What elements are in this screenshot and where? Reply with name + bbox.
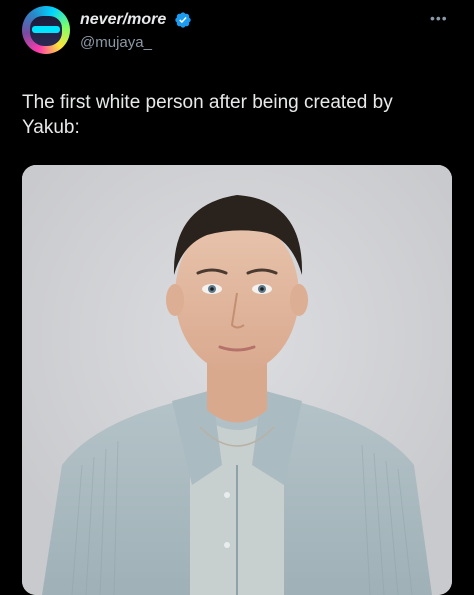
portrait-illustration <box>22 165 452 595</box>
avatar-visor <box>32 26 60 33</box>
author-handle[interactable]: @mujaya_ <box>80 34 152 51</box>
tweet-photo[interactable] <box>22 165 452 595</box>
tweet-text: The first white person after being creat… <box>22 92 393 138</box>
author-avatar[interactable] <box>22 6 70 54</box>
verified-badge-icon <box>175 12 191 28</box>
more-options-icon[interactable]: ••• <box>430 10 448 26</box>
author-display-name[interactable]: never/more <box>80 11 166 29</box>
